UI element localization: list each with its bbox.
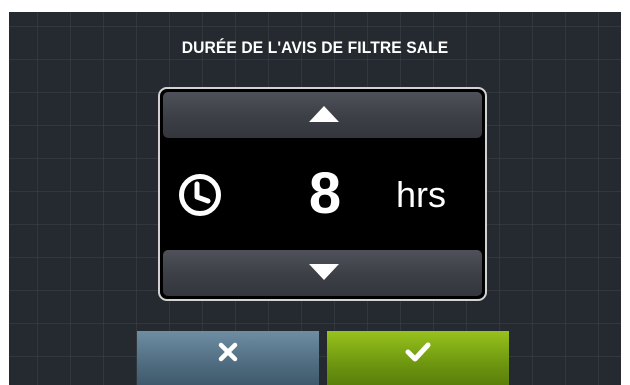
decrement-button[interactable] bbox=[163, 250, 482, 296]
cancel-button[interactable] bbox=[137, 331, 319, 385]
clock-icon bbox=[179, 174, 221, 216]
cross-icon bbox=[218, 342, 238, 362]
page-title: DURÉE DE L'AVIS DE FILTRE SALE bbox=[181, 38, 449, 57]
value-number: 8 bbox=[308, 161, 342, 226]
increment-button[interactable] bbox=[163, 92, 482, 138]
checkmark-icon bbox=[405, 342, 431, 362]
value-unit: hrs bbox=[396, 174, 447, 215]
value-picker-panel: 8 hrs bbox=[158, 87, 487, 301]
confirm-button[interactable] bbox=[327, 331, 509, 385]
triangle-up-icon bbox=[309, 106, 339, 122]
screen: DURÉE DE L'AVIS DE FILTRE SALE 8 hrs bbox=[9, 12, 621, 385]
triangle-down-icon bbox=[309, 264, 339, 280]
value-display: 8 hrs bbox=[160, 141, 485, 247]
